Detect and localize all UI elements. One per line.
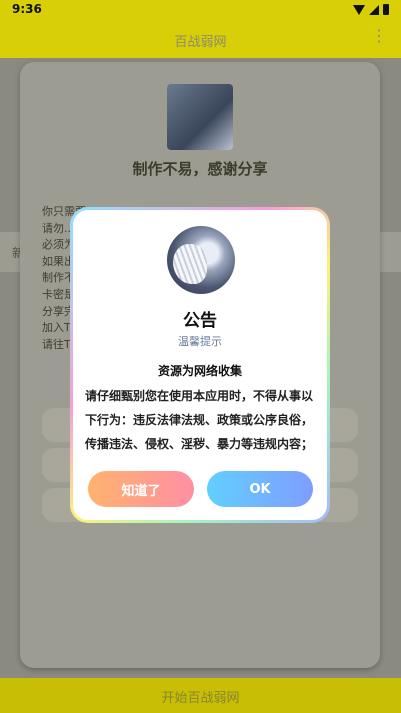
dialog-title: 公告: [183, 311, 217, 331]
announcement-dialog-frame: 公告 温馨提示 资源为网络收集 请仔细甄别您在使用本应用时，不得从事以下行为：违…: [70, 207, 330, 523]
dialog-heading: 资源为网络收集: [157, 364, 242, 378]
dialog-subtitle: 温馨提示: [178, 335, 222, 348]
dialog-body-text: 请仔细甄别您在使用本应用时，不得从事以下行为：违反法律法规、政策或公序良俗，传播…: [85, 389, 314, 451]
start-button-label: 开始百战弱网: [161, 691, 240, 706]
ok-button[interactable]: OK: [207, 471, 313, 507]
avatar-wing-graphic: [173, 244, 207, 284]
battery-icon: [383, 4, 389, 15]
app-title: 百战弱网: [174, 35, 227, 50]
wifi-icon: [353, 4, 365, 15]
status-time: 9:36: [12, 2, 42, 16]
acknowledge-button[interactable]: 知道了: [88, 471, 194, 507]
announcement-dialog: 公告 温馨提示 资源为网络收集 请仔细甄别您在使用本应用时，不得从事以下行为：违…: [73, 210, 327, 520]
more-options-icon[interactable]: ⋮: [371, 28, 387, 44]
app-bar: 百战弱网 ⋮: [0, 22, 401, 58]
dialog-avatar: [167, 226, 235, 294]
status-bar: 9:36: [0, 0, 401, 22]
card-heading: 制作不易，感谢分享: [132, 160, 268, 178]
card-avatar-image: [167, 84, 233, 150]
status-icons: [353, 4, 389, 15]
signal-icon: [369, 4, 379, 15]
start-button[interactable]: 开始百战弱网: [0, 678, 401, 713]
